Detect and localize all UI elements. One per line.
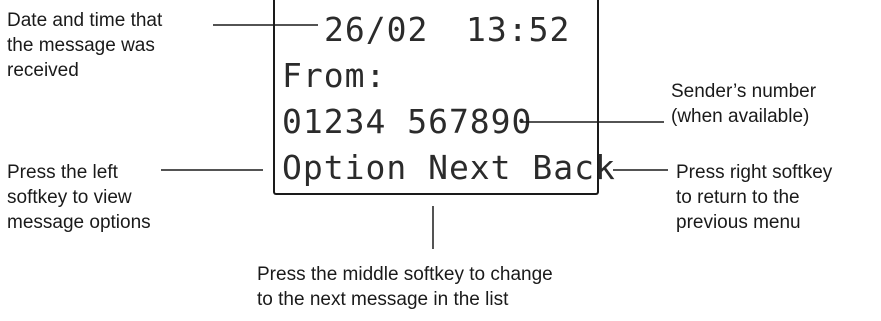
connector-lines	[161, 24, 668, 249]
